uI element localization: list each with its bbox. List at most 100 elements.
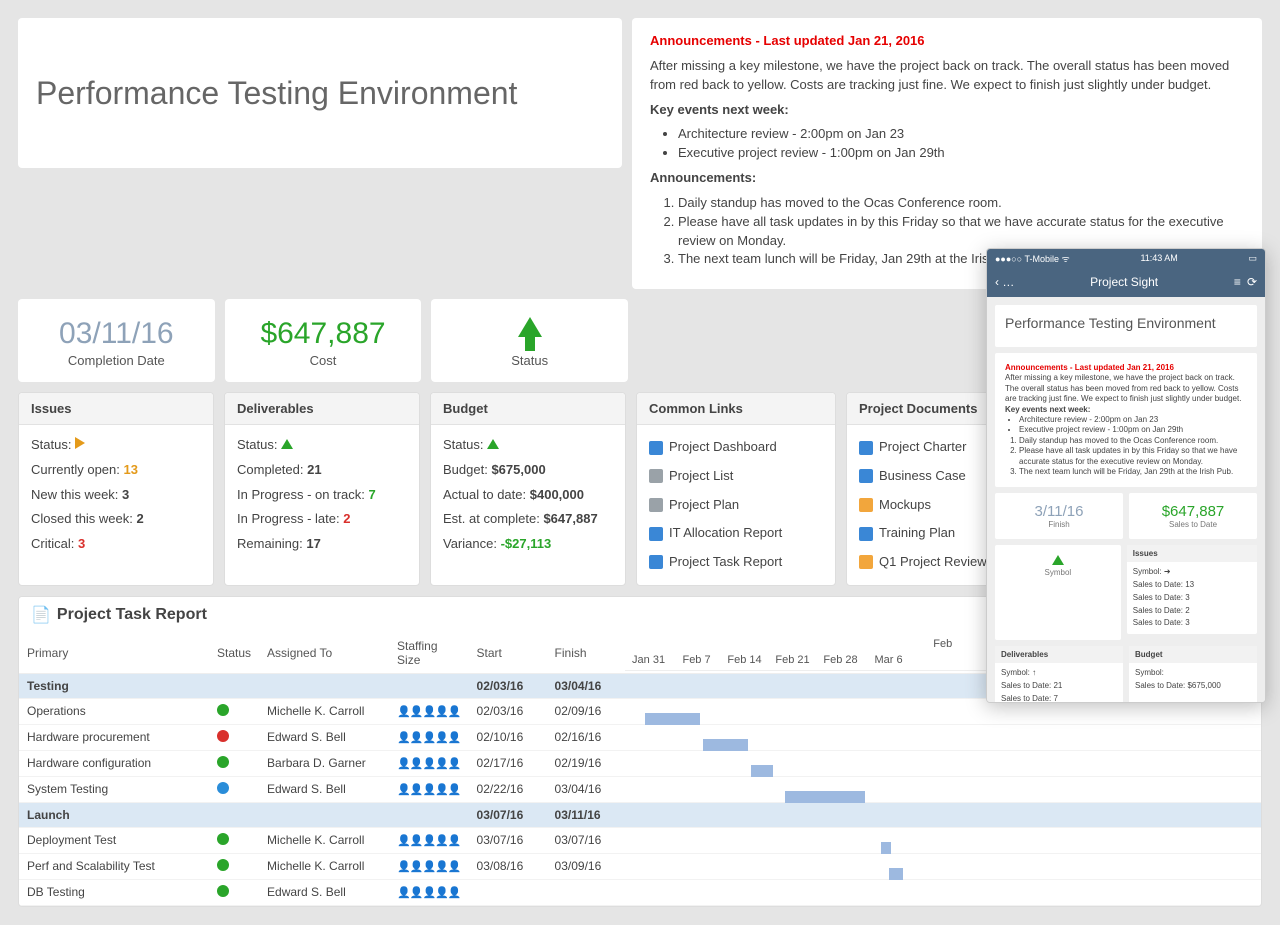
key-events-list: Architecture review - 2:00pm on Jan 23Ex… [678,125,1244,163]
phone-ann-header: Announcements - Last updated Jan 21, 201… [1005,363,1247,373]
doc-icon [859,555,873,569]
doc-icon [649,527,663,541]
kv-row: Est. at complete: $647,887 [443,507,613,532]
kv-row: Closed this week: 2 [31,507,201,532]
group-name: Testing [19,673,209,698]
gantt-date: Feb 14 [721,650,769,670]
kv-row: Budget: $675,000 [443,458,613,483]
assigned-to: Edward S. Bell [259,776,389,802]
link-item[interactable]: IT Allocation Report [649,519,823,548]
status-dot-icon [217,859,229,871]
phone-preview: ●●●○○ T-Mobile ᯤ 11:43 AM ▭ ‹ … Project … [986,248,1266,703]
phone-row: Sales to Date: 3 [1133,617,1251,630]
link-item[interactable]: Project Task Report [649,548,823,577]
status-dot-icon [217,885,229,897]
task-finish [547,879,625,905]
common-links-header: Common Links [637,393,835,425]
kv-row: In Progress - late: 2 [237,507,407,532]
gantt-bar [881,842,891,854]
announcements-header: Announcements - Last updated Jan 21, 201… [650,32,1244,51]
table-row[interactable]: Launch03/07/1603/11/16 [19,802,1261,827]
phone-deliv-header: Deliverables [995,646,1123,663]
phone-row: Sales to Date: 13 [1133,579,1251,592]
phone-symbol-label: Symbol [999,568,1117,577]
budget-panel: Budget Status: Budget: $675,000Actual to… [430,392,626,585]
task-name: DB Testing [19,879,209,905]
link-item[interactable]: Project Plan [649,491,823,520]
doc-icon [649,441,663,455]
phone-finish-stat: 3/11/16Finish [995,493,1123,539]
doc-icon [649,498,663,512]
task-start: 02/17/16 [469,750,547,776]
doc-icon [859,527,873,541]
assigned-to: Edward S. Bell [259,724,389,750]
budget-header: Budget [431,393,625,425]
kv-row: Currently open: 13 [31,458,201,483]
phone-time: 11:43 AM [1140,253,1177,263]
assigned-to: Michelle K. Carroll [259,827,389,853]
table-row[interactable]: DB TestingEdward S. Bell👤👤👤👤👤 [19,879,1261,905]
phone-ann-item: The next team lunch will be Friday, Jan … [1019,467,1247,477]
arrow-up-icon [439,317,620,351]
report-icon: 📄 [31,605,51,625]
task-finish: 02/16/16 [547,724,625,750]
back-button[interactable]: ‹ … [995,275,1014,289]
phone-issues-panel: IssuesSymbol: ➜Sales to Date: 13Sales to… [1127,545,1257,634]
phone-row: Sales to Date: 3 [1133,592,1251,605]
deliverables-status-label: Status: [237,437,277,452]
column-header: Finish [547,633,625,674]
group-start: 02/03/16 [469,673,547,698]
arrow-up-icon [281,439,293,449]
assigned-to: Michelle K. Carroll [259,853,389,879]
table-row[interactable]: Perf and Scalability TestMichelle K. Car… [19,853,1261,879]
status-dot-icon [217,756,229,768]
key-event-item: Executive project review - 1:00pm on Jan… [678,144,1244,163]
task-start: 02/10/16 [469,724,547,750]
phone-title: Performance Testing Environment [1005,315,1247,331]
gantt-bar [785,791,865,803]
phone-row: Sales to Date: $675,000 [1135,680,1251,693]
kv-row: Critical: 3 [31,532,201,557]
group-finish: 03/11/16 [547,802,625,827]
phone-issues-header: Issues [1127,545,1257,562]
common-links-panel: Common Links Project DashboardProject Li… [636,392,836,585]
task-start: 03/07/16 [469,827,547,853]
link-item[interactable]: Project Dashboard [649,433,823,462]
assigned-to: Barbara D. Garner [259,750,389,776]
phone-row: Symbol: [1135,667,1251,680]
gantt-date: Feb 7 [673,650,721,670]
task-start: 02/03/16 [469,698,547,724]
task-finish: 02/19/16 [547,750,625,776]
issues-panel: Issues Status: Currently open: 13New thi… [18,392,214,585]
link-label: Mockups [879,493,931,518]
column-header: Staffing Size [389,633,469,674]
phone-row: Symbol: ➜ [1133,566,1251,579]
column-header: Assigned To [259,633,389,674]
staffing-icon: 👤👤👤👤👤 [397,758,461,770]
kv-row: Completed: 21 [237,458,407,483]
table-row[interactable]: Hardware procurementEdward S. Bell👤👤👤👤👤0… [19,724,1261,750]
link-item[interactable]: Project List [649,462,823,491]
table-row[interactable]: System TestingEdward S. Bell👤👤👤👤👤02/22/1… [19,776,1261,802]
link-label: Q1 Project Review [879,550,987,575]
link-label: IT Allocation Report [669,521,782,546]
cost-value: $647,887 [233,317,414,351]
status-dot-icon [217,833,229,845]
link-label: Project Charter [879,435,966,460]
gantt-date: Feb 28 [817,650,865,670]
page-title: Performance Testing Environment [36,75,517,112]
refresh-icon[interactable]: ⟳ [1247,275,1257,289]
table-row[interactable]: Deployment TestMichelle K. Carroll👤👤👤👤👤0… [19,827,1261,853]
phone-budget-panel: BudgetSymbol:Sales to Date: $675,000 [1129,646,1257,702]
table-row[interactable]: Hardware configurationBarbara D. Garner👤… [19,750,1261,776]
task-name: Hardware procurement [19,724,209,750]
kv-row: New this week: 3 [31,483,201,508]
announcement-item: Please have all task updates in by this … [678,213,1244,251]
kv-row: Actual to date: $400,000 [443,483,613,508]
link-label: Project Dashboard [669,435,777,460]
phone-nav-title: Project Sight [1020,275,1228,289]
menu-icon[interactable]: ≡ [1234,275,1241,289]
arrow-up-icon [1052,555,1064,565]
column-header: Start [469,633,547,674]
staffing-icon: 👤👤👤👤👤 [397,861,461,873]
